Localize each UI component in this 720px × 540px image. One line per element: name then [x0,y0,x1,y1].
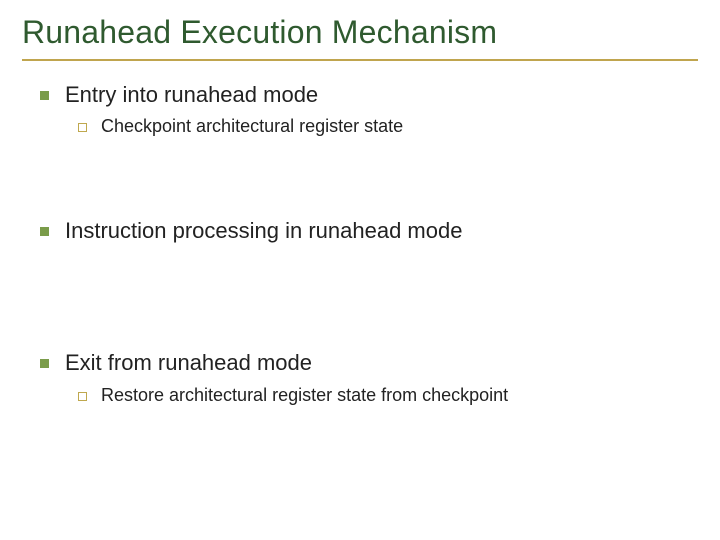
title-underline [22,59,698,61]
spacer [22,249,698,345]
square-bullet-icon [40,91,49,100]
list-item-text: Exit from runahead mode [65,349,312,378]
list-item-text: Restore architectural register state fro… [101,384,508,407]
list-item-text: Entry into runahead mode [65,81,318,110]
list-item-text: Instruction processing in runahead mode [65,217,462,246]
square-bullet-icon [40,227,49,236]
list-item: Restore architectural register state fro… [78,384,698,407]
hollow-square-bullet-icon [78,123,87,132]
list-item: Instruction processing in runahead mode [40,217,698,246]
slide: Runahead Execution Mechanism Entry into … [0,0,720,540]
list-item: Exit from runahead mode [40,349,698,378]
list-item: Entry into runahead mode [40,81,698,110]
list-item-text: Checkpoint architectural register state [101,115,403,138]
slide-title: Runahead Execution Mechanism [22,14,698,51]
spacer [22,143,698,213]
hollow-square-bullet-icon [78,392,87,401]
square-bullet-icon [40,359,49,368]
list-item: Checkpoint architectural register state [78,115,698,138]
bullet-list: Entry into runahead mode Checkpoint arch… [22,81,698,408]
